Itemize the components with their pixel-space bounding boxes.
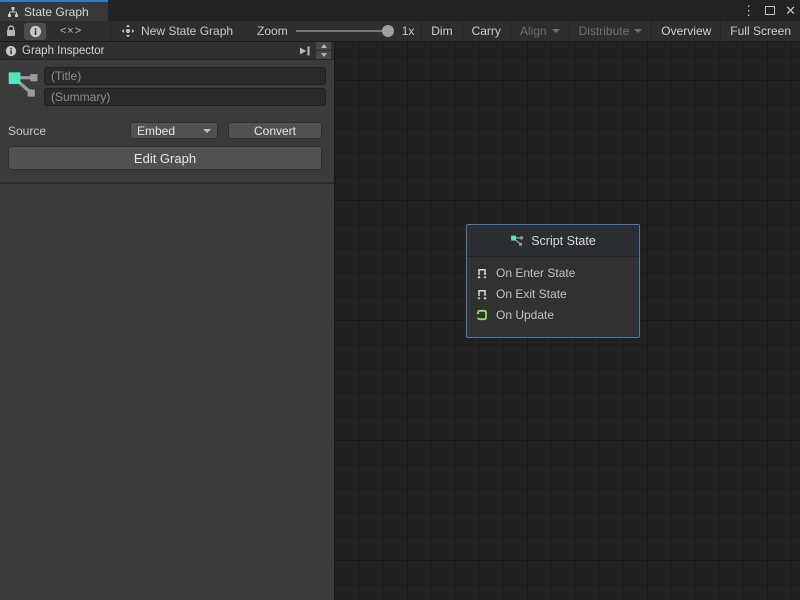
move-icon — [121, 24, 135, 38]
event-label: On Update — [496, 308, 554, 322]
node-title: Script State — [531, 234, 596, 248]
chevron-down-icon — [203, 129, 211, 133]
state-graph-icon — [7, 6, 19, 18]
event-row-on-enter-state[interactable]: On Enter State — [467, 262, 639, 283]
toolbar-right-group: Dim Carry Align Distribute Overview Full… — [421, 21, 800, 42]
scroll-down-button[interactable] — [316, 51, 331, 59]
close-icon[interactable]: ✕ — [785, 0, 796, 21]
chevron-down-icon — [634, 29, 642, 33]
chevron-up-icon — [321, 44, 327, 48]
zoom-value: 1x — [402, 24, 415, 38]
source-dropdown[interactable]: Embed — [130, 122, 218, 139]
graph-inspector-header: Graph Inspector — [0, 42, 334, 60]
dim-button[interactable]: Dim — [422, 21, 461, 42]
graph-canvas[interactable]: Script State On Enter State O — [335, 42, 800, 600]
new-state-graph-label: New State Graph — [141, 24, 233, 38]
state-graph-node-icon — [6, 66, 42, 102]
event-row-on-exit-state[interactable]: On Exit State — [467, 283, 639, 304]
event-row-on-update[interactable]: On Update — [467, 304, 639, 325]
zoom-label: Zoom — [257, 24, 288, 38]
graph-inspector-panel: Graph Inspector Source Embed Convert Edi… — [0, 42, 335, 600]
script-state-node[interactable]: Script State On Enter State O — [466, 224, 640, 338]
enter-state-icon — [475, 266, 489, 280]
titlebar: State Graph ⋮ ✕ — [0, 0, 800, 21]
zoom-control: Zoom 1x — [257, 24, 414, 38]
dock-right-icon[interactable] — [298, 44, 312, 58]
toolbar: <×> New State Graph Zoom 1x Dim Carry Al… — [0, 21, 800, 42]
script-state-node-header[interactable]: Script State — [467, 225, 639, 257]
event-label: On Enter State — [496, 266, 575, 280]
lock-icon — [5, 24, 17, 38]
event-label: On Exit State — [496, 287, 567, 301]
edit-graph-button[interactable]: Edit Graph — [8, 146, 322, 170]
distribute-button[interactable]: Distribute — [570, 21, 652, 42]
align-button[interactable]: Align — [511, 21, 569, 42]
window-controls: ⋮ ✕ — [742, 0, 796, 21]
info-icon — [5, 45, 17, 57]
zoom-slider-track — [296, 30, 394, 32]
lock-button[interactable] — [0, 21, 22, 42]
update-icon — [475, 308, 489, 322]
source-dropdown-value: Embed — [137, 124, 175, 138]
overview-button[interactable]: Overview — [652, 21, 720, 42]
convert-button[interactable]: Convert — [228, 122, 322, 139]
inspector-toggle-button[interactable] — [24, 23, 46, 40]
new-state-graph-button[interactable]: New State Graph — [111, 24, 243, 38]
summary-field[interactable] — [44, 88, 326, 106]
chevron-down-icon — [321, 53, 327, 57]
title-field[interactable] — [44, 67, 326, 85]
inspector-empty-area — [0, 184, 334, 600]
menu-icon[interactable]: ⋮ — [742, 0, 755, 21]
scroll-up-button[interactable] — [316, 42, 331, 50]
source-label: Source — [8, 124, 46, 138]
full-screen-button[interactable]: Full Screen — [721, 21, 800, 42]
zoom-slider[interactable] — [296, 24, 394, 38]
graph-inspector-title: Graph Inspector — [22, 45, 293, 57]
tab-title: State Graph — [24, 5, 89, 19]
script-state-node-body: On Enter State On Exit State On Update — [467, 257, 639, 325]
zoom-slider-thumb[interactable] — [382, 25, 394, 37]
maximize-icon[interactable] — [765, 6, 775, 15]
chevron-down-icon — [552, 29, 560, 33]
code-view-button[interactable]: <×> — [48, 21, 94, 42]
scroll-stepper — [316, 42, 331, 59]
carry-button[interactable]: Carry — [463, 21, 510, 42]
state-graph-node-icon — [510, 233, 525, 248]
tab-state-graph[interactable]: State Graph — [0, 0, 108, 21]
info-icon — [29, 25, 42, 38]
exit-state-icon — [475, 287, 489, 301]
